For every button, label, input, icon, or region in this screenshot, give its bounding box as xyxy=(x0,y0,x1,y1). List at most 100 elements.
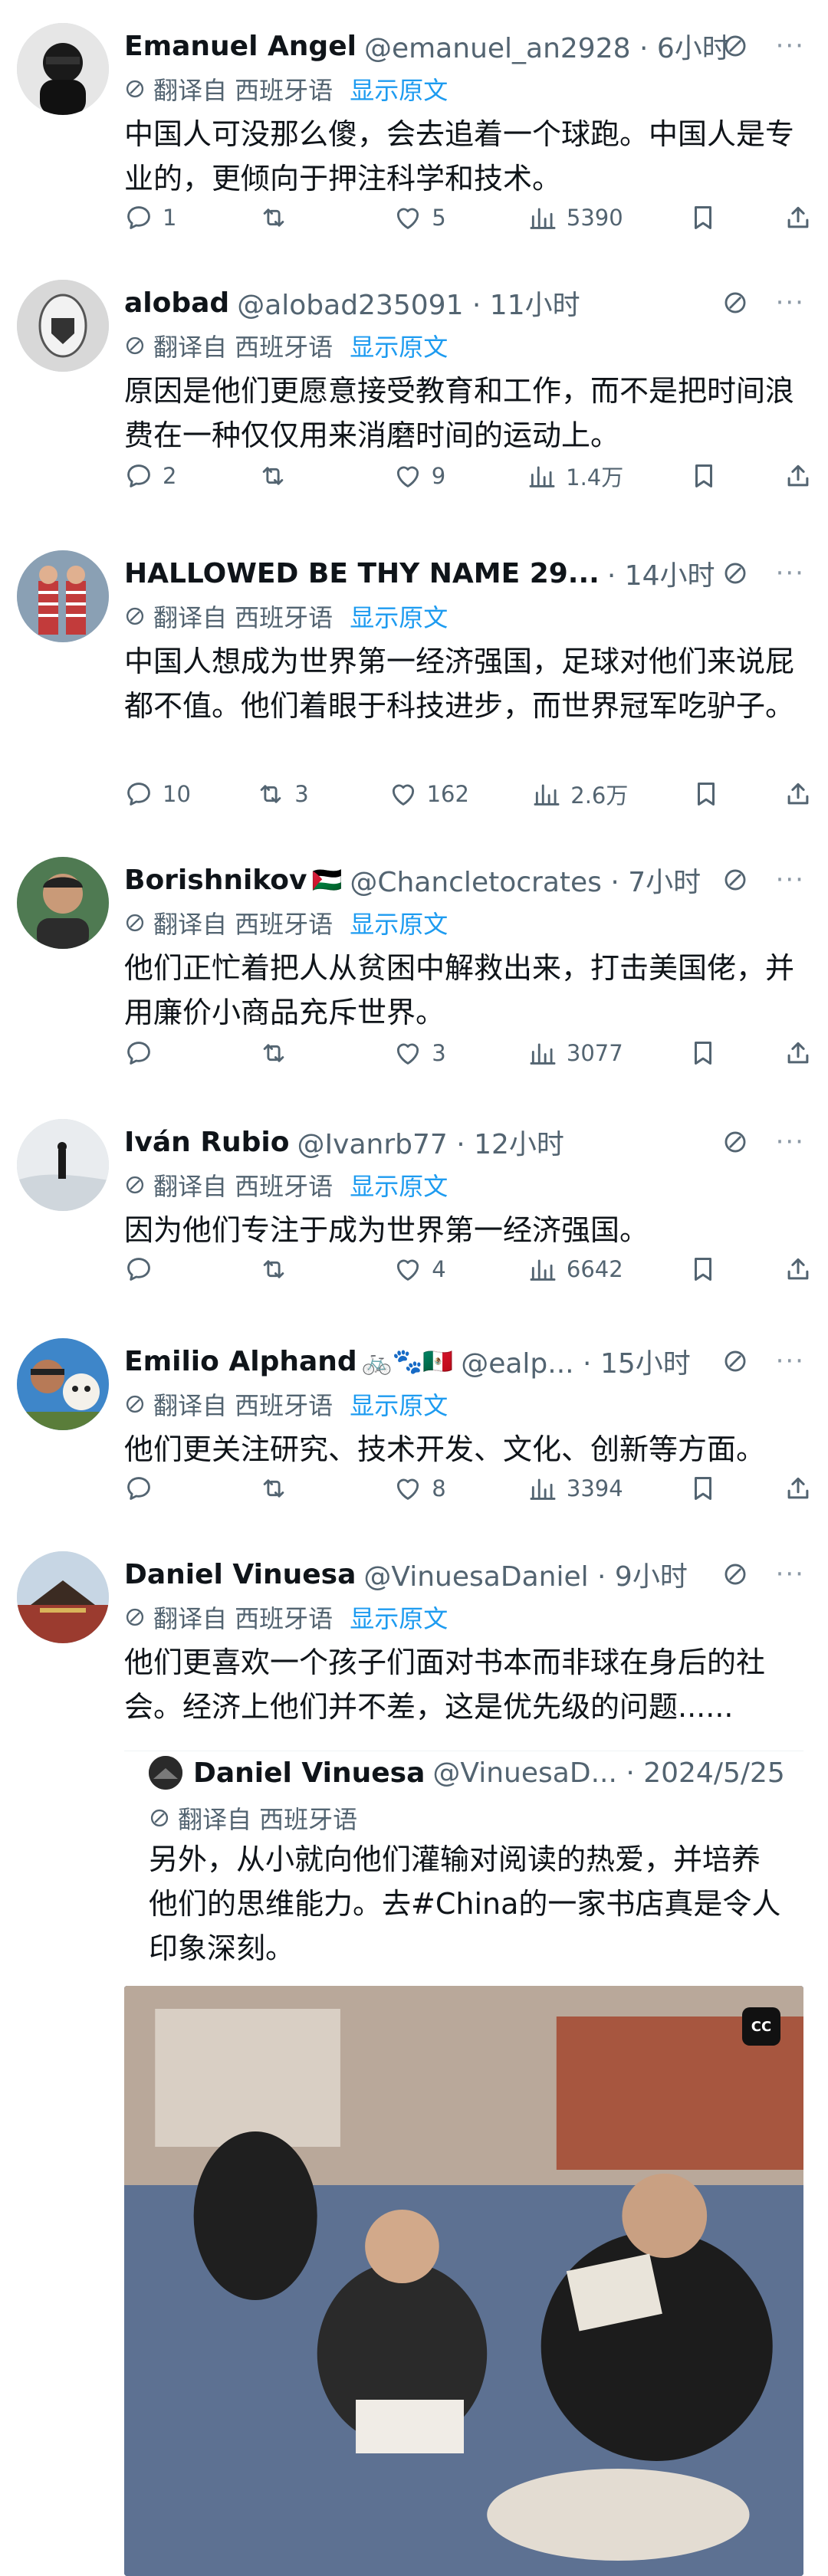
display-name[interactable]: Emilio Alphand xyxy=(124,1346,357,1377)
views-button[interactable]: 3394 xyxy=(528,1474,623,1503)
header-icons: ··· xyxy=(722,25,805,67)
bookmark-button[interactable] xyxy=(688,1255,718,1284)
quoted-tweet[interactable]: Daniel Vinuesa @VinuesaD... · 2024/5/25 … xyxy=(124,1751,803,2576)
retweet-button[interactable] xyxy=(259,1039,328,1068)
display-name[interactable]: Borishnikov xyxy=(124,865,307,896)
share-button[interactable] xyxy=(784,461,813,491)
show-original-link[interactable]: 显示原文 xyxy=(350,1386,448,1422)
tweet[interactable]: Borishnikov 🇵🇸 @Chancletocrates · 7小时 ··… xyxy=(0,857,828,1102)
avatar[interactable] xyxy=(17,857,109,949)
bookmark-icon xyxy=(688,1474,718,1503)
share-button[interactable] xyxy=(784,1474,813,1503)
grok-icon[interactable] xyxy=(722,1561,748,1587)
tweet[interactable]: alobad @alobad235091 · 11小时 ··· 翻译自 西班牙语… xyxy=(0,280,828,525)
translated-from: 翻译自 西班牙语 xyxy=(153,1172,334,1201)
more-icon[interactable]: ··· xyxy=(776,1559,805,1590)
share-icon xyxy=(784,461,813,491)
display-name[interactable]: alobad xyxy=(124,287,229,319)
more-icon[interactable]: ··· xyxy=(776,865,805,895)
retweet-button[interactable]: 3 xyxy=(256,779,325,809)
tweet[interactable]: Emilio Alphand 🚲🐾🇲🇽 @ealp... · 15小时 ··· … xyxy=(0,1338,828,1537)
share-button[interactable] xyxy=(784,203,813,232)
views-button[interactable]: 2.6万 xyxy=(532,778,628,810)
bookmark-icon xyxy=(688,1255,718,1284)
views-button[interactable]: 1.4万 xyxy=(527,460,623,492)
grok-icon[interactable] xyxy=(722,33,748,59)
like-button[interactable]: 4 xyxy=(393,1255,462,1284)
views-button[interactable]: 5390 xyxy=(528,203,623,232)
display-name[interactable]: Emanuel Angel xyxy=(124,31,356,62)
grok-icon[interactable] xyxy=(722,867,748,893)
more-icon[interactable]: ··· xyxy=(776,287,805,318)
translate-icon xyxy=(124,1393,146,1415)
bookmark-button[interactable] xyxy=(689,461,718,491)
display-name[interactable]: Iván Rubio xyxy=(124,1127,290,1158)
reply-button[interactable]: 1 xyxy=(124,203,193,232)
grok-icon[interactable] xyxy=(722,1348,748,1374)
bookmark-button[interactable] xyxy=(688,203,718,232)
show-original-link[interactable]: 显示原文 xyxy=(350,1600,448,1635)
show-original-link[interactable]: 显示原文 xyxy=(350,905,448,940)
handle-and-time[interactable]: @emanuel_an2928 · 6小时 xyxy=(364,26,730,66)
avatar[interactable] xyxy=(17,23,109,115)
handle-and-time[interactable]: @VinuesaDaniel · 9小时 xyxy=(363,1554,687,1594)
reply-button[interactable] xyxy=(124,1039,193,1068)
reply-button[interactable]: 2 xyxy=(124,461,193,491)
retweet-button[interactable] xyxy=(259,1255,328,1284)
quote-video[interactable]: CC xyxy=(124,1986,803,2576)
retweet-button[interactable] xyxy=(259,1474,328,1503)
like-button[interactable]: 8 xyxy=(393,1474,462,1503)
grok-icon[interactable] xyxy=(722,290,748,316)
reply-button[interactable] xyxy=(124,1474,193,1503)
retweet-button[interactable] xyxy=(258,461,327,491)
handle-and-time[interactable]: @Chancletocrates · 7小时 xyxy=(350,860,701,900)
views-button[interactable]: 3077 xyxy=(528,1039,623,1068)
handle-and-time[interactable]: @alobad235091 · 11小时 xyxy=(237,283,580,323)
tweet[interactable]: Daniel Vinuesa @VinuesaDaniel · 9小时 ··· … xyxy=(0,1551,828,2576)
more-icon[interactable]: ··· xyxy=(776,31,805,61)
bookmark-button[interactable] xyxy=(688,1039,718,1068)
handle-and-time[interactable]: @Ivanrb77 · 12小时 xyxy=(297,1122,564,1162)
captions-button[interactable]: CC xyxy=(742,2007,780,2046)
grok-icon[interactable] xyxy=(722,560,748,586)
like-button[interactable]: 3 xyxy=(393,1039,462,1068)
tweet-header: HALLOWED BE THY NAME 29... · 14小时 ··· xyxy=(124,552,805,595)
tweet[interactable]: HALLOWED BE THY NAME 29... · 14小时 ··· 翻译… xyxy=(0,550,828,842)
show-original-link[interactable]: 显示原文 xyxy=(350,71,448,107)
bookmark-button[interactable] xyxy=(692,779,721,809)
display-name[interactable]: Daniel Vinuesa xyxy=(124,1559,356,1590)
avatar[interactable] xyxy=(17,1119,109,1211)
avatar[interactable] xyxy=(17,1551,109,1643)
tweet[interactable]: Iván Rubio @Ivanrb77 · 12小时 ··· 翻译自 西班牙语… xyxy=(0,1119,828,1318)
translate-icon xyxy=(124,335,146,356)
share-button[interactable] xyxy=(784,1255,813,1284)
avatar[interactable] xyxy=(17,280,109,372)
share-button[interactable] xyxy=(784,1039,813,1068)
avatar[interactable] xyxy=(17,550,109,642)
show-original-link[interactable]: 显示原文 xyxy=(350,328,448,363)
display-name[interactable]: HALLOWED BE THY NAME 29... xyxy=(124,558,600,589)
more-icon[interactable]: ··· xyxy=(776,1346,805,1377)
views-button[interactable]: 6642 xyxy=(528,1255,623,1284)
show-original-link[interactable]: 显示原文 xyxy=(350,599,448,634)
grok-icon[interactable] xyxy=(722,1129,748,1155)
like-button[interactable]: 9 xyxy=(393,461,462,491)
like-button[interactable]: 5 xyxy=(393,203,462,232)
reply-button[interactable] xyxy=(124,1255,193,1284)
more-icon[interactable]: ··· xyxy=(776,558,805,589)
show-original-link[interactable]: 显示原文 xyxy=(350,1167,448,1203)
header-icons: ··· xyxy=(722,281,805,324)
heart-icon xyxy=(393,1474,422,1503)
reply-button[interactable]: 10 xyxy=(124,779,193,809)
retweet-button[interactable] xyxy=(259,203,328,232)
more-icon[interactable]: ··· xyxy=(776,1127,805,1157)
share-button[interactable] xyxy=(784,779,813,809)
tweet[interactable]: Emanuel Angel @emanuel_an2928 · 6小时 ··· … xyxy=(0,23,828,268)
handle-and-time[interactable]: · 14小时 xyxy=(607,553,715,593)
handle-and-time[interactable]: @ealp... · 15小时 xyxy=(461,1341,691,1381)
translation-line: 翻译自 西班牙语 显示原文 xyxy=(124,329,448,363)
bookmark-button[interactable] xyxy=(688,1474,718,1503)
like-button[interactable]: 162 xyxy=(389,779,469,809)
retweet-icon xyxy=(258,461,288,491)
avatar[interactable] xyxy=(17,1338,109,1430)
